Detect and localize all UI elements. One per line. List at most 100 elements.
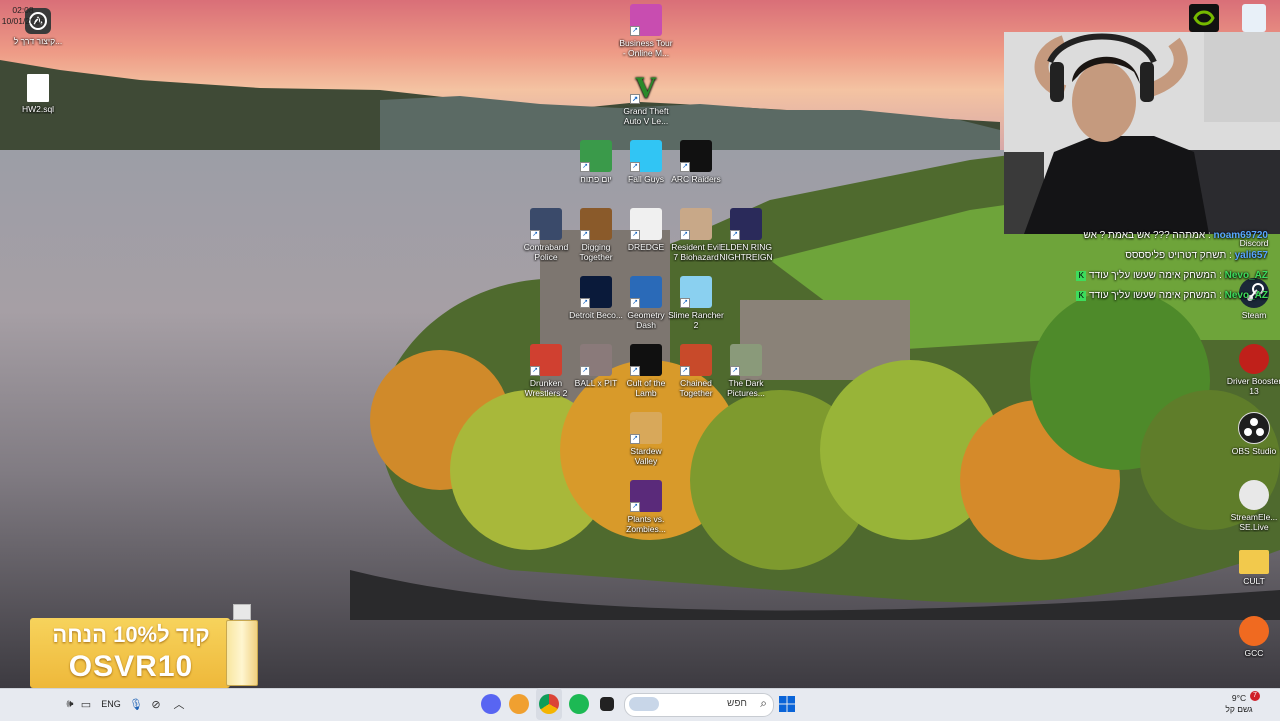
tray-network[interactable]: ▭ [78,688,94,720]
desktop-icon-game[interactable]: ↗ יום פתוח [568,140,624,184]
file-icon [27,74,49,102]
nvidia-icon [1189,4,1219,32]
desktop-icon-label: Slime Rancher 2 [668,310,724,330]
desktop-icon-label: ARC Raiders [671,174,721,184]
desktop-icon-recycle-bin[interactable] [1226,4,1280,34]
chrome-icon [539,694,559,714]
taskbar-chrome[interactable] [536,688,562,720]
chat-username: noam69720 [1213,230,1268,241]
desktop-icon-label: DREDGE [627,242,665,252]
desktop-icon-label: StreamEle... SE.Live [1230,512,1278,532]
tray-microphone[interactable]: 🎙 [128,688,144,720]
drunken-wrestlers-icon: ↗ [530,344,562,376]
desktop-icon-business-tour[interactable]: ↗ Business Tour - Online M... [618,4,674,58]
desktop-icon-digging-together[interactable]: ↗ Digging Together [568,208,624,262]
desktop-icon-gta-v[interactable]: V ↗ Grand Theft Auto V Le... [618,72,674,127]
chat-text: המשחק אימה שעשו עליך עודד [1089,290,1217,301]
chat-username: Nevo_AZ [1224,290,1268,301]
desktop-icon-label: ELDEN RING NIGHTREIGN [719,242,773,262]
desktop-icon-nvidia[interactable] [1176,4,1232,34]
folder-icon [1239,550,1269,574]
desktop-icon-contraband-police[interactable]: ↗ Contraband Police [518,208,574,262]
taskbar-discord[interactable] [480,688,502,720]
chat-message: yali657 : תשחק דטרויט פליסססס [1004,246,1268,266]
game-icon: ↗ [580,140,612,172]
kick-badge-icon: K [1076,291,1087,301]
desktop-icon-stardew-valley[interactable]: ↗ Stardew Valley [618,412,674,466]
tray-show-hidden[interactable]: ︿ [172,688,186,720]
taskbar-file-explorer[interactable] [596,688,618,720]
chat-message: noam69720 : אמתהה ??? אש באמת ? אש [1004,226,1269,246]
arc-raiders-icon: ↗ [680,140,712,172]
desktop-icon-streamelements[interactable]: StreamEle... SE.Live [1226,480,1280,532]
desktop-icon-arc-raiders[interactable]: ↗ ARC Raiders [668,140,724,184]
taskbar-clock[interactable]: 02:08 10/01/2026 [2,0,45,32]
start-button[interactable] [776,688,798,720]
streamelements-icon [1239,480,1269,510]
desktop-icon-geometry-dash[interactable]: ↗ Geometry Dash [618,276,674,330]
streamer-figure [1004,32,1280,234]
desktop-icon-hw2-sql[interactable]: HW2.sql [10,74,66,114]
clock-time: 02:08 [12,5,34,15]
weather-badge: 7 [1250,691,1260,701]
monitor-icon: ▭ [80,698,92,711]
desktop-icon-label: Detroit Beco... [569,310,623,320]
desktop-icon-cult-folder[interactable]: CULT [1226,550,1280,586]
desktop-icon-dark-pictures[interactable]: ↗ The Dark Pictures... [718,344,774,398]
desktop-icon-dredge[interactable]: ↗ DREDGE [618,208,674,252]
microphone-icon: 🎙 [129,698,143,711]
desktop-icon-elden-ring[interactable]: ↗ ELDEN RING NIGHTREIGN [718,208,774,262]
desktop-icon-obs[interactable]: OBS Studio [1226,412,1280,456]
promo-headline: קוד ל10% הנחה [52,622,210,647]
desktop-icon-cult-of-the-lamb[interactable]: ↗ Cult of the Lamb [618,344,674,398]
spotify-icon [569,694,589,714]
promo-code: OSVR10 [68,650,194,683]
chat-message: Nevo_AZ : המשחק אימה שעשו עליך עודד K [1004,286,1268,306]
terminal-icon [600,697,614,711]
wallpaper-hills [0,60,1000,160]
app-icon [509,694,529,714]
tray-camera[interactable]: ⊘ [148,688,164,720]
desktop-icon-label: Chained Together [679,378,713,398]
chat-separator: : [1216,290,1222,301]
desktop-icon-label: Plants vs. Zombies... [626,514,666,534]
stardew-valley-icon: ↗ [630,412,662,444]
desktop-icon-label: Steam [1241,310,1267,320]
slime-rancher-icon: ↗ [680,276,712,308]
taskbar-app[interactable] [508,688,530,720]
ball-x-pit-icon: ↗ [580,344,612,376]
obs-icon [1238,412,1270,444]
dredge-icon: ↗ [630,208,662,240]
desktop-icon-drunken-wrestlers[interactable]: ↗ Drunken Wrestlers 2 [518,344,574,398]
webcam-overlay [1004,32,1280,234]
desktop-icon-resident-evil[interactable]: ↗ Resident Evil 7 Biohazard [668,208,724,262]
stream-chat: noam69720 : אמתהה ??? אש באמת ? אש yali6… [1004,226,1268,306]
taskbar-spotify[interactable] [568,688,590,720]
gcc-icon [1239,616,1269,646]
chat-username: Nevo_AZ [1224,270,1268,281]
taskbar-search[interactable]: חפש ⌕ [624,693,774,717]
tray-language[interactable]: ENG [100,688,122,720]
chat-text: המשחק אימה שעשו עליך עודד [1089,270,1217,281]
tray-volume[interactable]: 🕪 [62,688,78,720]
desktop-icon-detroit[interactable]: ↗ Detroit Beco... [568,276,624,320]
desktop-icon-label: Business Tour - Online M... [619,38,673,58]
desktop-icon-label: Stardew Valley [630,446,662,466]
desktop-icon-gcc[interactable]: GCC [1226,616,1280,658]
weather-text: גשם קל [1225,704,1253,714]
desktop-icon-fall-guys[interactable]: ↗ Fall Guys [618,140,674,184]
search-highlight-image [629,697,659,711]
desktop-icon-chained-together[interactable]: ↗ Chained Together [668,344,724,398]
plants-vs-zombies-icon: ↗ [630,480,662,512]
desktop-icon-ball-x-pit[interactable]: ↗ BALL x PIT [568,344,624,388]
chat-username: yali657 [1234,250,1268,261]
desktop-icon-driver-booster[interactable]: Driver Booster 13 [1226,344,1280,396]
desktop-icon-label: BALL x PIT [574,378,618,388]
desktop-icon-slime-rancher[interactable]: ↗ Slime Rancher 2 [668,276,724,330]
desktop-icon-plants-vs-zombies[interactable]: ↗ Plants vs. Zombies... [618,480,674,534]
discord-icon [481,694,501,714]
business-tour-icon: ↗ [630,4,662,36]
desktop-icon-label: Fall Guys [628,174,664,184]
elden-ring-icon: ↗ [730,208,762,240]
perfume-bottle-image [226,604,258,686]
